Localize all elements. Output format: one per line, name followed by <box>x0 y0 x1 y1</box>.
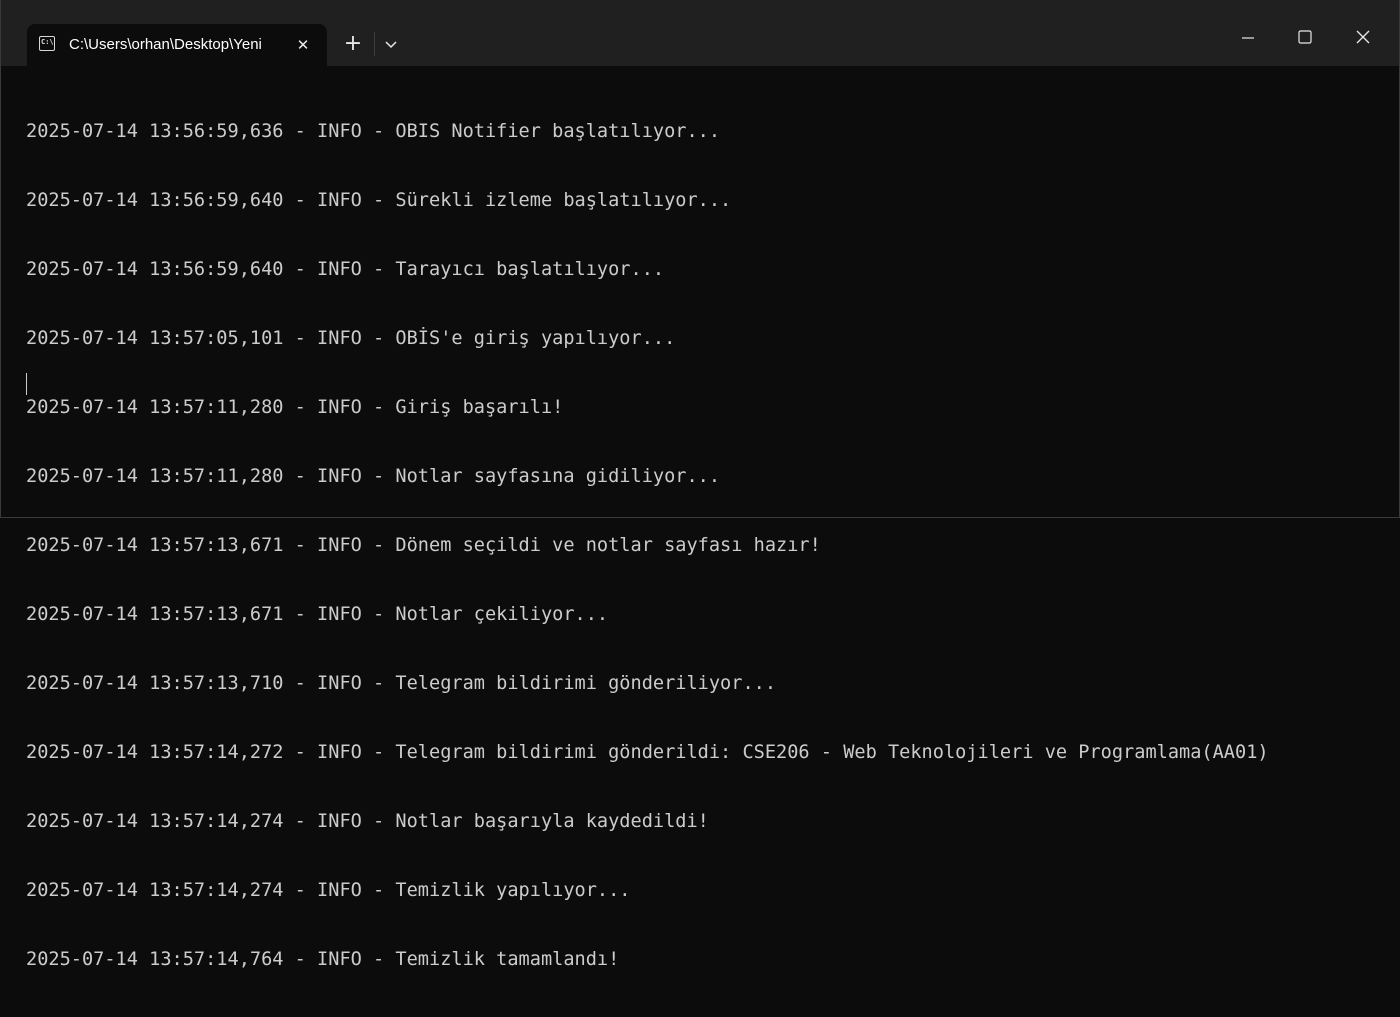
log-line: 2025-07-14 13:57:14,272 - INFO - Telegra… <box>26 742 1269 763</box>
chevron-down-icon <box>385 41 397 49</box>
tab-close-button[interactable]: ✕ <box>293 35 313 55</box>
log-line: 2025-07-14 13:57:05,101 - INFO - OBİS'e … <box>26 328 676 349</box>
log-line: 2025-07-14 13:56:59,640 - INFO - Sürekli… <box>26 190 732 211</box>
close-icon <box>1356 30 1370 44</box>
log-line: 2025-07-14 13:56:59,636 - INFO - OBIS No… <box>26 121 721 142</box>
new-tab-button[interactable]: + <box>340 31 366 57</box>
log-line: 2025-07-14 13:56:59,640 - INFO - Tarayıc… <box>26 259 665 280</box>
log-line: 2025-07-14 13:57:11,280 - INFO - Giriş b… <box>26 397 564 418</box>
minimize-icon <box>1242 37 1254 39</box>
tab-dropdown-button[interactable] <box>380 32 402 56</box>
terminal-icon-glyph: C:\ <box>41 38 54 46</box>
minimize-button[interactable] <box>1225 18 1271 58</box>
log-line: 2025-07-14 13:57:14,274 - INFO - Notlar … <box>26 811 709 832</box>
terminal-icon: C:\ <box>39 36 55 51</box>
terminal-output[interactable]: 2025-07-14 13:56:59,636 - INFO - OBIS No… <box>26 74 1386 1017</box>
tab-terminal[interactable]: C:\ C:\Users\orhan\Desktop\Yeni ✕ <box>27 24 327 66</box>
title-bar[interactable]: C:\ C:\Users\orhan\Desktop\Yeni ✕ + <box>1 0 1399 66</box>
log-line: 2025-07-14 13:57:11,280 - INFO - Notlar … <box>26 466 721 487</box>
log-line: 2025-07-14 13:57:13,710 - INFO - Telegra… <box>26 673 777 694</box>
log-line: 2025-07-14 13:57:13,671 - INFO - Notlar … <box>26 604 609 625</box>
terminal-window: C:\ C:\Users\orhan\Desktop\Yeni ✕ + 2025… <box>0 0 1400 970</box>
maximize-button[interactable] <box>1282 18 1328 58</box>
tab-title: C:\Users\orhan\Desktop\Yeni <box>69 36 262 53</box>
close-window-button[interactable] <box>1340 18 1386 58</box>
text-cursor <box>26 373 27 395</box>
log-line: 2025-07-14 13:57:13,671 - INFO - Dönem s… <box>26 535 821 556</box>
maximize-icon <box>1298 30 1312 44</box>
tab-divider <box>374 32 375 56</box>
log-line: 2025-07-14 13:57:14,764 - INFO - Temizli… <box>26 949 620 970</box>
log-line: 2025-07-14 13:57:14,274 - INFO - Temizli… <box>26 880 631 901</box>
